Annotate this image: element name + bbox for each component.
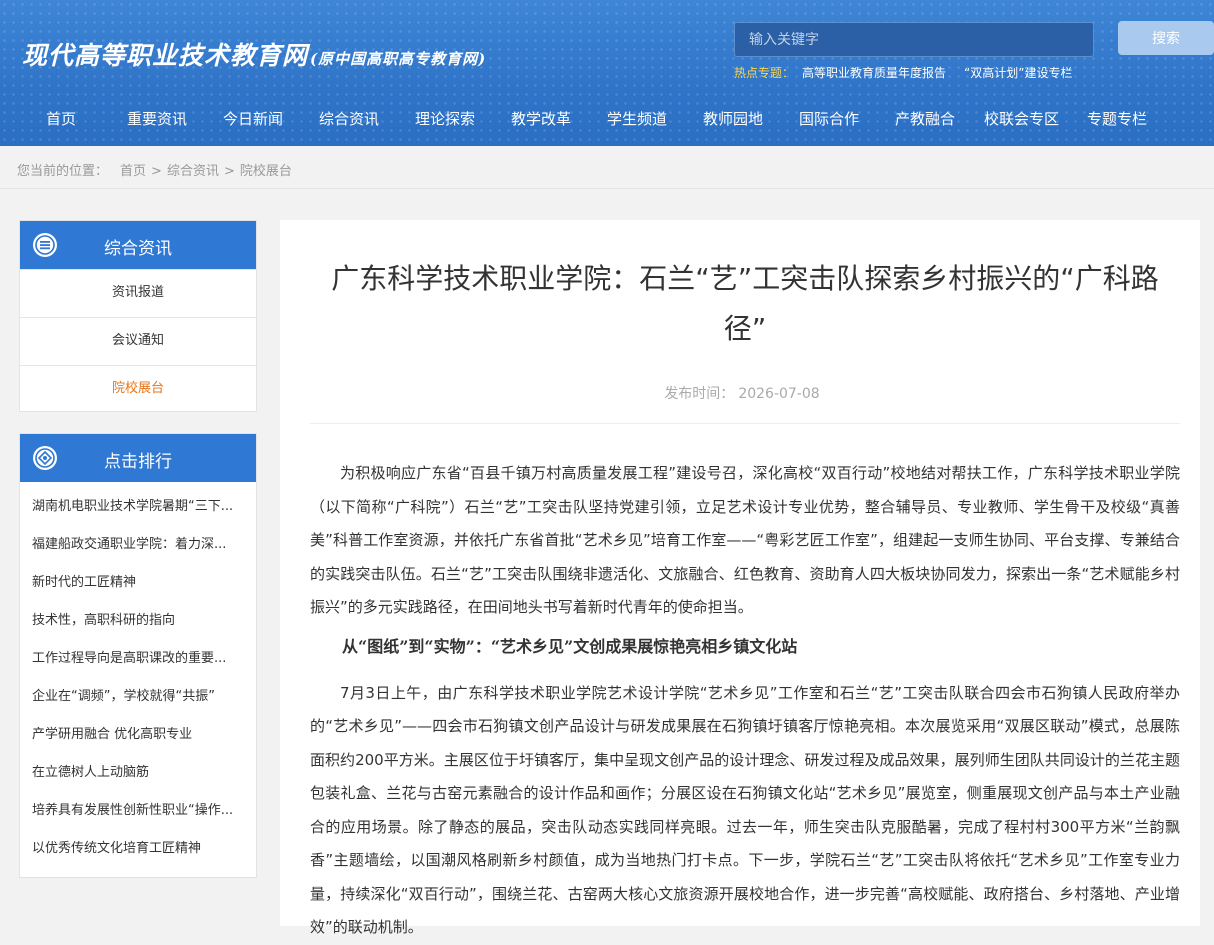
nav-item-theory[interactable]: 理论探索 [415,108,475,129]
main-nav: 首页 重要资讯 今日新闻 综合资讯 理论探索 教学改革 学生频道 教师园地 国际… [0,108,1214,138]
sidebar-item-meeting-notices[interactable]: 会议通知 [20,317,256,365]
category-panel-header: 综合资讯 [20,221,256,269]
ranking-item[interactable]: 福建船政交通职业学院：着力深... [20,526,256,564]
breadcrumb-label: 您当前的位置： [17,164,109,179]
nav-item-teaching-reform[interactable]: 教学改革 [511,108,571,129]
ranking-item[interactable]: 企业在“调频”，学校就得“共振” [20,678,256,716]
site-header: 现代高等职业技术教育网(原中国高职高专教育网) 搜索 热点专题： 高等职业教育质量… [0,0,1214,146]
sidebar-item-news-reports[interactable]: 资讯报道 [20,269,256,317]
site-logo[interactable]: 现代高等职业技术教育网 (原中国高职高专教育网) [22,36,486,72]
ranking-item[interactable]: 工作过程导向是高职课改的重要... [20,640,256,678]
ranking-item[interactable]: 产学研用融合 优化高职专业 [20,716,256,754]
search-button[interactable]: 搜索 [1118,21,1214,55]
article-paragraph: 为积极响应广东省“百县千镇万村高质量发展工程”建设号召，深化高校“双百行动”校地… [310,464,1180,616]
ranking-list: 湖南机电职业技术学院暑期“三下... 福建船政交通职业学院：着力深... 新时代… [20,482,256,868]
nav-item-home[interactable]: 首页 [46,108,76,129]
breadcrumb-bar: 您当前的位置： 首页 > 综合资讯 > 院校展台 [0,146,1214,189]
nav-item-industry[interactable]: 产教融合 [895,108,955,129]
hot-topic-link[interactable]: “双高计划”建设专栏 [964,66,1072,80]
ranking-item[interactable]: 在立德树人上动脑筋 [20,754,256,792]
ranking-item[interactable]: 技术性，高职科研的指向 [20,602,256,640]
ranking-item[interactable]: 新时代的工匠精神 [20,564,256,602]
nav-item-alliance[interactable]: 校联会专区 [984,108,1059,129]
article-divider [310,423,1180,424]
nav-item-special[interactable]: 专题专栏 [1087,108,1147,129]
article-subheading: 从“图纸”到“实物”：“艺术乡见”文创成果展惊艳亮相乡镇文化站 [342,636,798,656]
article-date-label: 发布时间： [664,386,735,402]
nav-item-today-news[interactable]: 今日新闻 [223,108,283,129]
nav-item-general-news[interactable]: 综合资讯 [319,108,379,129]
hot-topics: 热点专题： 高等职业教育质量年度报告 “双高计划”建设专栏 [734,64,1090,81]
breadcrumb-home[interactable]: 首页 [120,164,146,179]
category-panel-title: 综合资讯 [104,239,172,259]
nav-item-international[interactable]: 国际合作 [799,108,859,129]
hot-topic-link[interactable]: 高等职业教育质量年度报告 [802,66,946,80]
nav-item-students[interactable]: 学生频道 [607,108,667,129]
breadcrumb-separator: > [151,164,162,179]
breadcrumb-separator: > [223,164,235,179]
article-title: 广东科学技术职业学院：石兰“艺”工突击队探索乡村振兴的“广科路径” [331,262,1159,345]
category-panel: 综合资讯 资讯报道 会议通知 院校展台 [19,220,257,412]
breadcrumb: 您当前的位置： 首页 > 综合资讯 > 院校展台 [17,160,292,179]
article-date-value: 2026-07-08 [738,386,820,402]
ranking-panel: 点击排行 湖南机电职业技术学院暑期“三下... 福建船政交通职业学院：着力深..… [19,433,257,878]
breadcrumb-current[interactable]: 院校展台 [240,164,292,179]
ranking-item[interactable]: 湖南机电职业技术学院暑期“三下... [20,488,256,526]
article-paragraph: 7月3日上午，由广东科学技术职业学院艺术设计学院“艺术乡见”工作室和石兰“艺”工… [310,683,1180,937]
article-container: 广东科学技术职业学院：石兰“艺”工突击队探索乡村振兴的“广科路径” 发布时间： 2… [280,220,1200,936]
ranking-panel-title: 点击排行 [104,452,172,472]
sidebar-item-college-showcase[interactable]: 院校展台 [20,365,256,413]
nav-item-important-news[interactable]: 重要资讯 [127,108,187,129]
ranking-item[interactable]: 以优秀传统文化培育工匠精神 [20,830,256,868]
ranking-item[interactable]: 培养具有发展性创新性职业“操作... [20,792,256,830]
ranking-panel-header: 点击排行 [20,434,256,482]
article-date: 发布时间： 2026-07-08 [280,383,1200,403]
nav-item-teachers[interactable]: 教师园地 [703,108,763,129]
breadcrumb-general-news[interactable]: 综合资讯 [167,164,219,179]
article-body: 为积极响应广东省“百县千镇万村高质量发展工程”建设号召，深化高校“双百行动”校地… [310,457,1180,945]
hot-topics-label: 热点专题： [734,66,795,80]
search-input[interactable] [734,22,1094,57]
